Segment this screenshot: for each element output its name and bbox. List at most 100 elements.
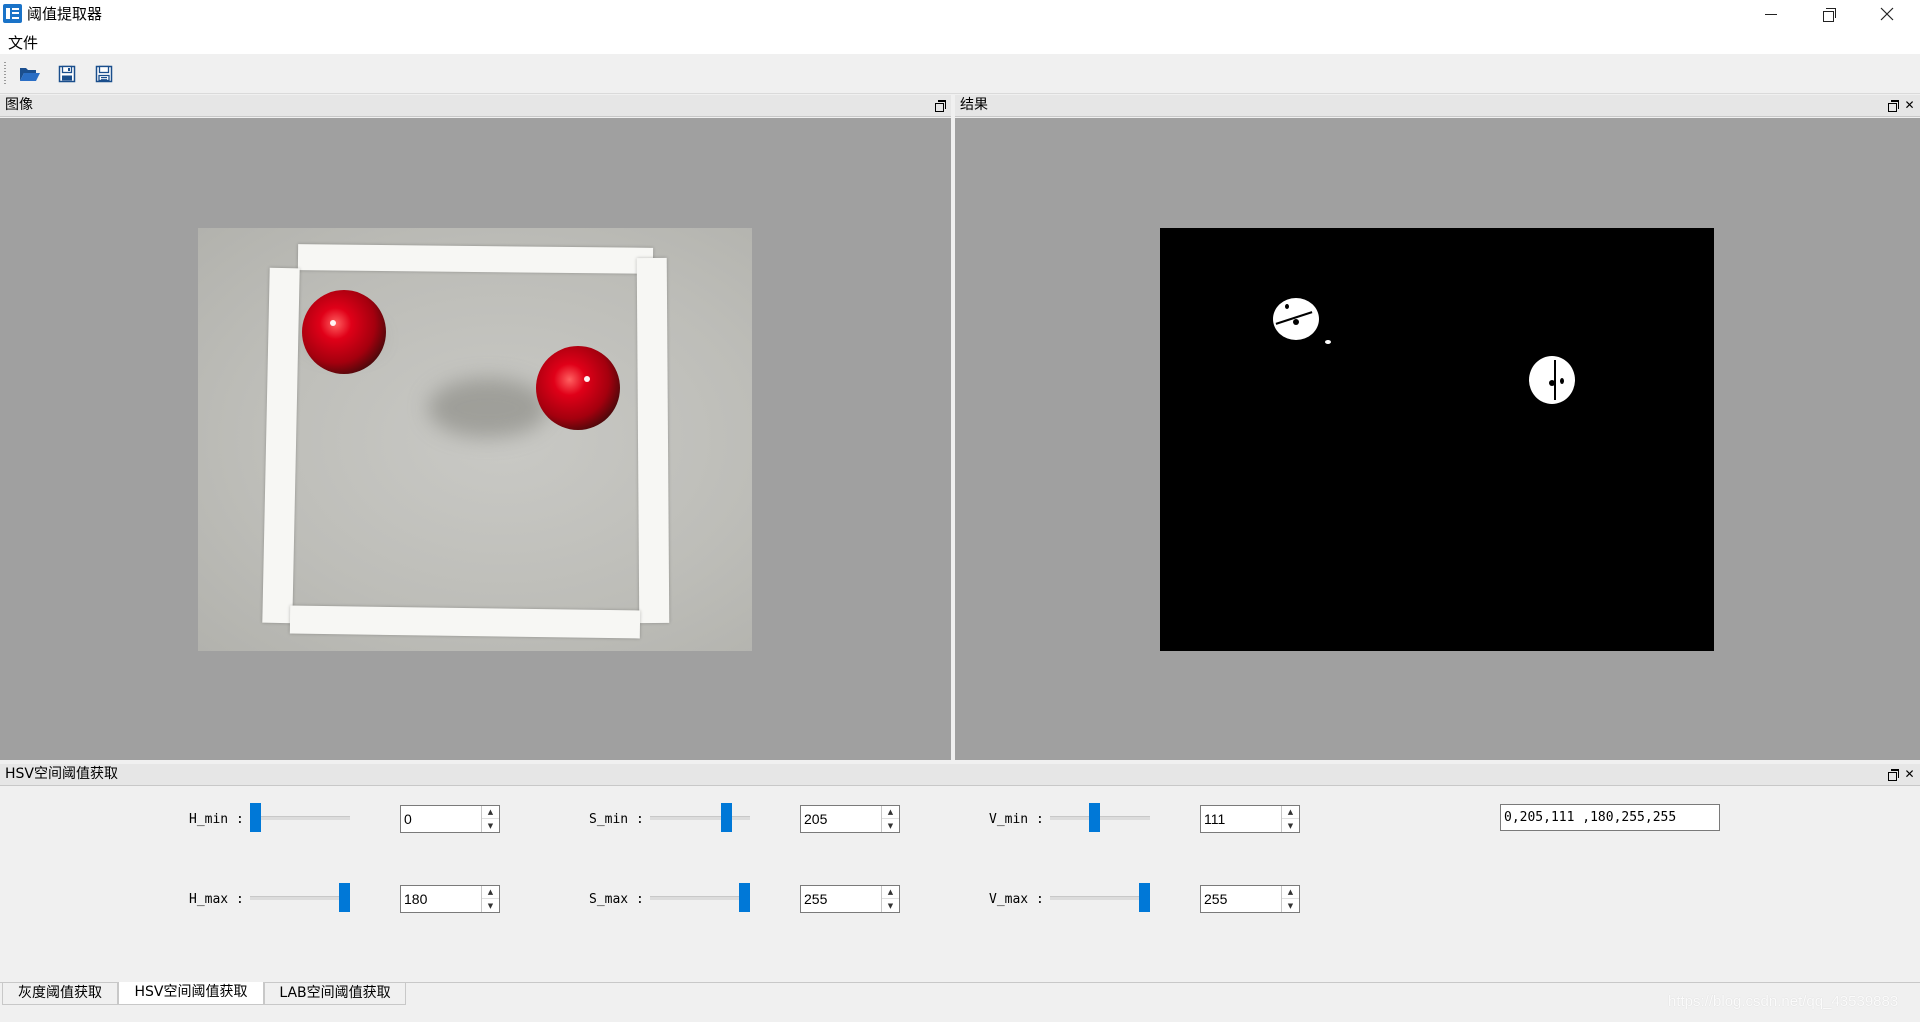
slider-handle[interactable]: [1089, 803, 1100, 832]
h-min-value[interactable]: 0: [404, 811, 412, 827]
h-max-value[interactable]: 180: [404, 891, 427, 907]
spin-up-icon[interactable]: ▲: [482, 806, 499, 819]
slider-handle[interactable]: [1139, 883, 1150, 912]
s-max-slider[interactable]: [650, 883, 750, 913]
result-panel-title: 结果: [960, 97, 988, 113]
spin-up-icon[interactable]: ▲: [882, 806, 899, 819]
title-bar: 阈值提取器: [0, 0, 1920, 28]
dock-tab-bar: 灰度阈值获取 HSV空间阈值获取 LAB空间阈值获取: [0, 982, 1920, 1022]
spin-down-icon[interactable]: ▼: [882, 899, 899, 912]
hsv-panel-close-button[interactable]: ✕: [1903, 768, 1916, 781]
restore-button[interactable]: [1800, 0, 1858, 28]
save-as-icon: [95, 65, 113, 83]
v-max-slider[interactable]: [1050, 883, 1150, 913]
h-max-slider[interactable]: [250, 883, 350, 913]
v-max-spinbox[interactable]: 255 ▲ ▼: [1200, 885, 1300, 913]
spin-down-icon[interactable]: ▼: [1282, 899, 1299, 912]
v-min-spinbox[interactable]: 111 ▲ ▼: [1200, 805, 1300, 833]
hsv-panel-title: HSV空间阈值获取: [5, 766, 118, 782]
float-icon: [935, 100, 946, 112]
wall-right: [636, 257, 670, 624]
v-max-value[interactable]: 255: [1204, 891, 1227, 907]
s-min-label: S_min :: [589, 812, 644, 827]
h-min-spinbox[interactable]: 0 ▲ ▼: [400, 805, 500, 833]
h-max-spinbox[interactable]: 180 ▲ ▼: [400, 885, 500, 913]
slider-handle[interactable]: [339, 883, 350, 912]
minimize-icon: [1765, 13, 1777, 15]
s-max-value[interactable]: 255: [804, 891, 827, 907]
spin-down-icon[interactable]: ▼: [482, 819, 499, 832]
save-button[interactable]: [55, 63, 79, 85]
mask-blob: [1529, 356, 1575, 404]
close-icon: [1880, 7, 1894, 21]
mask-crack: [1554, 360, 1556, 400]
slider-handle[interactable]: [739, 883, 750, 912]
watermark: https://blog.csdn.net/qq_43539883: [1668, 993, 1899, 1010]
red-ball: [536, 346, 620, 430]
result-panel-close-button[interactable]: ✕: [1903, 99, 1916, 112]
spin-down-icon[interactable]: ▼: [1282, 819, 1299, 832]
v-max-label: V_max :: [989, 892, 1044, 907]
minimize-button[interactable]: [1742, 0, 1800, 28]
close-icon: ✕: [1904, 98, 1915, 112]
toolbar: [0, 54, 1920, 94]
spin-arrows: ▲ ▼: [481, 806, 499, 832]
result-panel-float-button[interactable]: [1887, 99, 1900, 112]
spin-up-icon[interactable]: ▲: [1282, 806, 1299, 819]
slider-track: [650, 816, 750, 820]
mask-hole: [1293, 319, 1299, 325]
s-min-spinbox[interactable]: 205 ▲ ▼: [800, 805, 900, 833]
open-button[interactable]: [18, 63, 42, 85]
float-icon: [1888, 769, 1899, 781]
hsv-panel-titlebar[interactable]: HSV空间阈值获取 ✕: [0, 764, 1920, 786]
slider-track: [1050, 816, 1150, 820]
slider-track: [250, 816, 350, 820]
threshold-result-field[interactable]: 0,205,111 ,180,255,255: [1500, 804, 1720, 831]
ball-highlight: [584, 376, 590, 382]
result-mask-image: [1160, 228, 1714, 651]
slider-track: [250, 896, 350, 900]
result-panel-titlebar[interactable]: 结果 ✕: [955, 95, 1920, 117]
v-min-value[interactable]: 111: [1204, 811, 1225, 827]
spin-up-icon[interactable]: ▲: [1282, 886, 1299, 899]
v-min-slider[interactable]: [1050, 803, 1150, 833]
spin-arrows: ▲ ▼: [881, 886, 899, 912]
ball-highlight: [330, 320, 336, 326]
image-panel-title: 图像: [5, 97, 33, 113]
s-max-spinbox[interactable]: 255 ▲ ▼: [800, 885, 900, 913]
spin-up-icon[interactable]: ▲: [482, 886, 499, 899]
slider-handle[interactable]: [250, 803, 261, 832]
slider-handle[interactable]: [721, 803, 732, 832]
h-min-slider[interactable]: [250, 803, 350, 833]
wall-bottom: [289, 605, 641, 639]
menu-bar: 文件: [0, 28, 1920, 54]
toolbar-grip[interactable]: [4, 62, 6, 86]
save-as-button[interactable]: [92, 63, 116, 85]
mask-hole: [1285, 304, 1289, 309]
spin-arrows: ▲ ▼: [1281, 806, 1299, 832]
menu-file[interactable]: 文件: [8, 32, 38, 53]
slider-track: [650, 896, 750, 900]
ball-shadow: [428, 378, 548, 438]
float-icon: [1888, 100, 1899, 112]
folder-open-icon: [20, 68, 40, 81]
save-icon: [58, 65, 76, 83]
v-min-label: V_min :: [989, 812, 1044, 827]
hsv-panel-float-button[interactable]: [1887, 768, 1900, 781]
h-max-label: H_max :: [189, 892, 244, 907]
h-min-label: H_min :: [189, 812, 244, 827]
spin-up-icon[interactable]: ▲: [882, 886, 899, 899]
spin-down-icon[interactable]: ▼: [882, 819, 899, 832]
tab-gray-threshold[interactable]: 灰度阈值获取: [2, 983, 118, 1005]
s-min-value[interactable]: 205: [804, 811, 827, 827]
tab-lab-threshold[interactable]: LAB空间阈值获取: [264, 983, 406, 1005]
close-button[interactable]: [1858, 0, 1916, 28]
image-panel-float-button[interactable]: [934, 99, 947, 112]
image-panel-titlebar[interactable]: 图像: [0, 95, 951, 117]
spin-arrows: ▲ ▼: [1281, 886, 1299, 912]
window-title: 阈值提取器: [27, 5, 103, 23]
s-max-label: S_max :: [589, 892, 644, 907]
tab-hsv-threshold[interactable]: HSV空间阈值获取: [118, 982, 264, 1005]
s-min-slider[interactable]: [650, 803, 750, 833]
spin-down-icon[interactable]: ▼: [482, 899, 499, 912]
